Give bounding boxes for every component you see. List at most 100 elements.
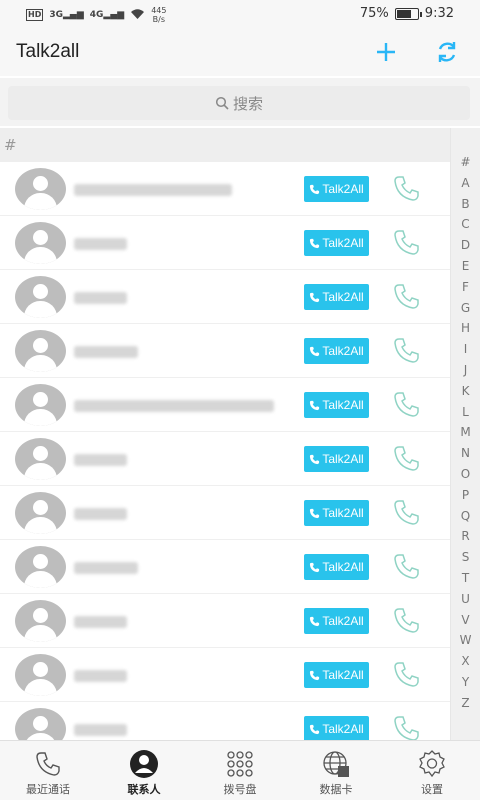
- index-letter[interactable]: Y: [451, 672, 480, 693]
- phone-icon: [310, 616, 320, 626]
- refresh-button[interactable]: [432, 37, 462, 67]
- call-button[interactable]: [390, 228, 424, 258]
- contact-name-blurred: [74, 184, 232, 196]
- index-letter[interactable]: R: [451, 526, 480, 547]
- contact-name-blurred: [74, 670, 127, 682]
- dialpad-icon: [224, 749, 256, 779]
- talk2all-label: Talk2All: [322, 506, 364, 520]
- call-button[interactable]: [390, 606, 424, 636]
- add-contact-button[interactable]: [371, 37, 401, 67]
- call-button[interactable]: [390, 174, 424, 204]
- index-letter[interactable]: N: [451, 443, 480, 464]
- call-button[interactable]: [390, 282, 424, 312]
- nav-dialpad-label: 拨号盘: [223, 783, 257, 796]
- gear-icon: [416, 749, 448, 779]
- talk2all-label: Talk2All: [322, 614, 364, 628]
- talk2all-button[interactable]: Talk2All: [304, 338, 369, 364]
- index-letter[interactable]: F: [451, 277, 480, 298]
- title-bar: Talk2all: [0, 28, 480, 76]
- call-button[interactable]: [390, 336, 424, 366]
- contact-name-blurred: [74, 616, 127, 628]
- contact-row[interactable]: Talk2All: [0, 432, 450, 486]
- index-letter[interactable]: L: [451, 402, 480, 423]
- bottom-nav: 最近通话 联系人 拨号盘 数据卡 设置: [0, 740, 480, 800]
- index-letter[interactable]: I: [451, 339, 480, 360]
- index-letter[interactable]: A: [451, 173, 480, 194]
- phone-icon: [310, 292, 320, 302]
- index-letter[interactable]: M: [451, 422, 480, 443]
- call-button[interactable]: [390, 552, 424, 582]
- index-letter[interactable]: W: [451, 630, 480, 651]
- contact-row[interactable]: Talk2All: [0, 648, 450, 702]
- index-letter[interactable]: K: [451, 381, 480, 402]
- phone-icon: [310, 238, 320, 248]
- call-button[interactable]: [390, 444, 424, 474]
- contact-row[interactable]: Talk2All: [0, 324, 450, 378]
- call-button[interactable]: [390, 498, 424, 528]
- contact-row[interactable]: Talk2All: [0, 162, 450, 216]
- talk2all-button[interactable]: Talk2All: [304, 284, 369, 310]
- nav-settings-label: 设置: [421, 783, 443, 796]
- index-letter[interactable]: C: [451, 214, 480, 235]
- talk2all-button[interactable]: Talk2All: [304, 716, 369, 740]
- contact-row[interactable]: Talk2All: [0, 378, 450, 432]
- talk2all-button[interactable]: Talk2All: [304, 500, 369, 526]
- index-letter[interactable]: O: [451, 464, 480, 485]
- nav-datacard[interactable]: 数据卡: [288, 741, 384, 800]
- talk2all-button[interactable]: Talk2All: [304, 176, 369, 202]
- index-letter[interactable]: Z: [451, 693, 480, 714]
- avatar-icon: [15, 546, 66, 588]
- globe-sim-icon: [320, 749, 352, 779]
- nav-recent-calls[interactable]: 最近通话: [0, 741, 96, 800]
- nav-settings[interactable]: 设置: [384, 741, 480, 800]
- index-letter[interactable]: G: [451, 298, 480, 319]
- talk2all-button[interactable]: Talk2All: [304, 230, 369, 256]
- search-bar: 搜索: [0, 78, 480, 126]
- status-bar: HD 3G▂▄▆ 4G▂▄▆ 445 B/s 75% 9:32: [0, 0, 480, 28]
- call-button[interactable]: [390, 714, 424, 740]
- contact-row[interactable]: Talk2All: [0, 702, 450, 740]
- talk2all-button[interactable]: Talk2All: [304, 662, 369, 688]
- contact-row[interactable]: Talk2All: [0, 594, 450, 648]
- wifi-icon: [130, 8, 145, 23]
- index-letter[interactable]: B: [451, 194, 480, 215]
- index-letter[interactable]: E: [451, 256, 480, 277]
- avatar-icon: [15, 330, 66, 372]
- contact-row[interactable]: Talk2All: [0, 216, 450, 270]
- index-letter[interactable]: D: [451, 235, 480, 256]
- contact-row[interactable]: Talk2All: [0, 486, 450, 540]
- talk2all-button[interactable]: Talk2All: [304, 608, 369, 634]
- talk2all-button[interactable]: Talk2All: [304, 446, 369, 472]
- contact-row[interactable]: Talk2All: [0, 540, 450, 594]
- index-letter[interactable]: Q: [451, 506, 480, 527]
- contact-name-blurred: [74, 562, 138, 574]
- index-letter[interactable]: V: [451, 610, 480, 631]
- talk2all-label: Talk2All: [322, 452, 364, 466]
- index-letter[interactable]: P: [451, 485, 480, 506]
- index-letter[interactable]: T: [451, 568, 480, 589]
- call-button[interactable]: [390, 390, 424, 420]
- index-letter[interactable]: J: [451, 360, 480, 381]
- talk2all-button[interactable]: Talk2All: [304, 554, 369, 580]
- index-letter[interactable]: U: [451, 589, 480, 610]
- index-letter[interactable]: H: [451, 318, 480, 339]
- plus-icon: [377, 43, 395, 61]
- avatar-icon: [15, 438, 66, 480]
- talk2all-label: Talk2All: [322, 668, 364, 682]
- status-left: HD 3G▂▄▆ 4G▂▄▆ 445 B/s: [26, 6, 166, 24]
- search-input[interactable]: 搜索: [8, 86, 470, 120]
- battery-icon: [394, 7, 422, 20]
- index-letter[interactable]: X: [451, 651, 480, 672]
- talk2all-button[interactable]: Talk2All: [304, 392, 369, 418]
- contact-row[interactable]: Talk2All: [0, 270, 450, 324]
- nav-contacts[interactable]: 联系人: [96, 741, 192, 800]
- search-placeholder: 搜索: [232, 94, 263, 113]
- index-letter[interactable]: S: [451, 547, 480, 568]
- index-letter[interactable]: #: [451, 152, 480, 173]
- contact-name-blurred: [74, 346, 138, 358]
- person-icon: [128, 749, 160, 779]
- nav-dialpad[interactable]: 拨号盘: [192, 741, 288, 800]
- phone-icon: [310, 562, 320, 572]
- call-button[interactable]: [390, 660, 424, 690]
- contact-name-blurred: [74, 400, 274, 412]
